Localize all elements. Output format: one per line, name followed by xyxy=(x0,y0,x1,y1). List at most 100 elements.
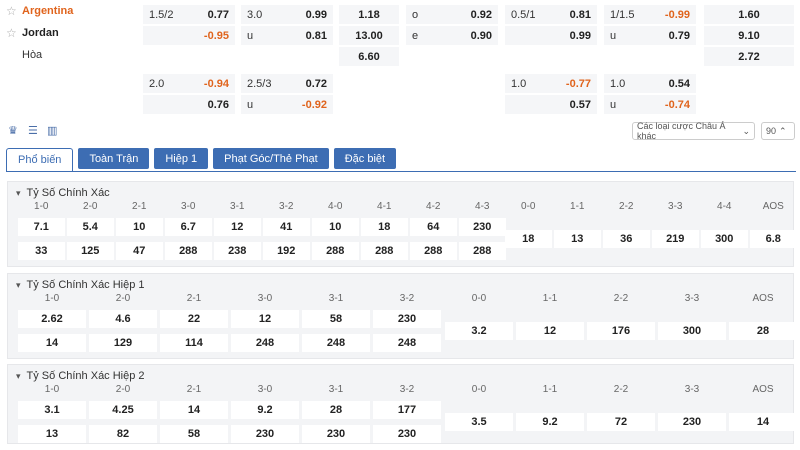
score-odds-draw[interactable]: 3.5 xyxy=(445,413,513,431)
tab-full-match[interactable]: Toàn Trận xyxy=(78,148,150,169)
score-odds-away[interactable]: 288 xyxy=(312,242,359,260)
score-odds-away[interactable]: 248 xyxy=(231,334,299,352)
score-odds-home[interactable]: 230 xyxy=(459,218,506,236)
score-odds-away[interactable]: 230 xyxy=(373,425,441,443)
hdp2-away-odds[interactable]: 0.76 xyxy=(143,95,235,114)
score-odds-home[interactable]: 4.6 xyxy=(89,310,157,328)
score-odds-away[interactable]: 248 xyxy=(302,334,370,352)
hdp-away-odds[interactable]: -0.95 xyxy=(143,26,235,45)
score-odds-draw[interactable]: 6.8 xyxy=(750,230,797,248)
hdp1-home-odds[interactable]: 0.5/1 0.81 xyxy=(505,5,597,24)
odd-odds[interactable]: o 0.92 xyxy=(406,5,498,24)
score-odds-home[interactable]: 3.1 xyxy=(18,401,86,419)
score-odds-home[interactable]: 177 xyxy=(373,401,441,419)
score-odds-away[interactable]: 58 xyxy=(160,425,228,443)
hdp2-home-odds[interactable]: 2.0 -0.94 xyxy=(143,74,235,93)
section-title[interactable]: ▾ Tỷ Số Chính Xác xyxy=(16,187,110,199)
score-odds-draw[interactable]: 12 xyxy=(516,322,584,340)
score-odds-away[interactable]: 288 xyxy=(361,242,408,260)
score-odds-draw[interactable]: 9.2 xyxy=(516,413,584,431)
score-odds-draw[interactable]: 18 xyxy=(505,230,552,248)
score-odds-draw[interactable]: 230 xyxy=(658,413,726,431)
score-odds-home[interactable]: 12 xyxy=(231,310,299,328)
star-icon[interactable]: ☆ xyxy=(6,26,22,40)
even-odds[interactable]: e 0.90 xyxy=(406,26,498,45)
score-odds-away[interactable]: 114 xyxy=(160,334,228,352)
x12-1-draw-odds[interactable]: 2.72 xyxy=(704,47,794,66)
score-odds-home[interactable]: 5.4 xyxy=(67,218,114,236)
score-odds-home[interactable]: 2.62 xyxy=(18,310,86,328)
score-odds-draw[interactable]: 219 xyxy=(652,230,699,248)
x12-home-odds[interactable]: 1.18 xyxy=(339,5,399,24)
chevron-down-icon[interactable]: ▾ xyxy=(16,371,21,382)
score-odds-home[interactable]: 64 xyxy=(410,218,457,236)
ou1-2-over-odds[interactable]: 1.0 0.54 xyxy=(604,74,696,93)
score-odds-home[interactable]: 12 xyxy=(214,218,261,236)
trophy-icon[interactable]: ♛ xyxy=(8,124,18,137)
score-odds-away[interactable]: 13 xyxy=(18,425,86,443)
score-odds-home[interactable]: 7.1 xyxy=(18,218,65,236)
score-odds-away[interactable]: 129 xyxy=(89,334,157,352)
score-odds-draw[interactable]: 176 xyxy=(587,322,655,340)
score-odds-away[interactable]: 248 xyxy=(373,334,441,352)
bar-chart-icon[interactable]: ▥ xyxy=(47,124,57,137)
score-odds-draw[interactable]: 3.2 xyxy=(445,322,513,340)
section-title[interactable]: ▾ Tỷ Số Chính Xác Hiệp 1 xyxy=(16,279,145,291)
score-odds-away[interactable]: 14 xyxy=(18,334,86,352)
score-odds-home[interactable]: 9.2 xyxy=(231,401,299,419)
minute-select[interactable]: 90 ⌃ xyxy=(761,122,795,140)
star-icon[interactable]: ☆ xyxy=(6,4,22,18)
ou1-under-odds[interactable]: u 0.79 xyxy=(604,26,696,45)
score-odds-home[interactable]: 58 xyxy=(302,310,370,328)
score-odds-home[interactable]: 18 xyxy=(361,218,408,236)
x12-draw-odds[interactable]: 6.60 xyxy=(339,47,399,66)
x12-1-away-odds[interactable]: 9.10 xyxy=(704,26,794,45)
team-away[interactable]: ☆ Jordan xyxy=(0,22,140,44)
score-odds-draw[interactable]: 14 xyxy=(729,413,797,431)
x12-away-odds[interactable]: 13.00 xyxy=(339,26,399,45)
tab-popular[interactable]: Phổ biến xyxy=(6,148,74,172)
score-odds-away[interactable]: 288 xyxy=(410,242,457,260)
tab-corners-cards[interactable]: Phạt Góc/Thẻ Phạt xyxy=(213,148,329,169)
score-odds-away[interactable]: 192 xyxy=(263,242,310,260)
chevron-down-icon[interactable]: ▾ xyxy=(16,188,21,199)
score-odds-home[interactable]: 41 xyxy=(263,218,310,236)
score-odds-home[interactable]: 28 xyxy=(302,401,370,419)
ou1-2-under-odds[interactable]: u -0.74 xyxy=(604,95,696,114)
hdp1-2-away-odds[interactable]: 0.57 xyxy=(505,95,597,114)
ou-over-odds[interactable]: 3.0 0.99 xyxy=(241,5,333,24)
ou1-over-odds[interactable]: 1/1.5 -0.99 xyxy=(604,5,696,24)
score-odds-away[interactable]: 47 xyxy=(116,242,163,260)
hdp-home-odds[interactable]: 1.5/2 0.77 xyxy=(143,5,235,24)
chevron-down-icon[interactable]: ▾ xyxy=(16,280,21,291)
ou-under-odds[interactable]: u 0.81 xyxy=(241,26,333,45)
team-home[interactable]: ☆ Argentina xyxy=(0,0,140,22)
score-odds-away[interactable]: 82 xyxy=(89,425,157,443)
score-odds-draw[interactable]: 36 xyxy=(603,230,650,248)
score-odds-away[interactable]: 238 xyxy=(214,242,261,260)
score-odds-away[interactable]: 230 xyxy=(302,425,370,443)
ou2-under-odds[interactable]: u -0.92 xyxy=(241,95,333,114)
score-odds-draw[interactable]: 28 xyxy=(729,322,797,340)
score-odds-home[interactable]: 22 xyxy=(160,310,228,328)
tab-special[interactable]: Đặc biệt xyxy=(333,148,397,169)
score-odds-away[interactable]: 33 xyxy=(18,242,65,260)
score-odds-away[interactable]: 288 xyxy=(165,242,212,260)
x12-1-home-odds[interactable]: 1.60 xyxy=(704,5,794,24)
hdp1-2-home-odds[interactable]: 1.0 -0.77 xyxy=(505,74,597,93)
score-odds-draw[interactable]: 13 xyxy=(554,230,601,248)
score-odds-draw[interactable]: 300 xyxy=(658,322,726,340)
score-odds-away[interactable]: 230 xyxy=(231,425,299,443)
hdp1-away-odds[interactable]: 0.99 xyxy=(505,26,597,45)
score-odds-home[interactable]: 6.7 xyxy=(165,218,212,236)
tab-first-half[interactable]: Hiệp 1 xyxy=(154,148,209,169)
score-odds-home[interactable]: 10 xyxy=(312,218,359,236)
score-odds-draw[interactable]: 300 xyxy=(701,230,748,248)
score-odds-home[interactable]: 4.25 xyxy=(89,401,157,419)
score-odds-away[interactable]: 125 xyxy=(67,242,114,260)
section-title[interactable]: ▾ Tỷ Số Chính Xác Hiệp 2 xyxy=(16,370,145,382)
ou2-over-odds[interactable]: 2.5/3 0.72 xyxy=(241,74,333,93)
score-odds-home[interactable]: 230 xyxy=(373,310,441,328)
score-odds-draw[interactable]: 72 xyxy=(587,413,655,431)
score-odds-home[interactable]: 10 xyxy=(116,218,163,236)
